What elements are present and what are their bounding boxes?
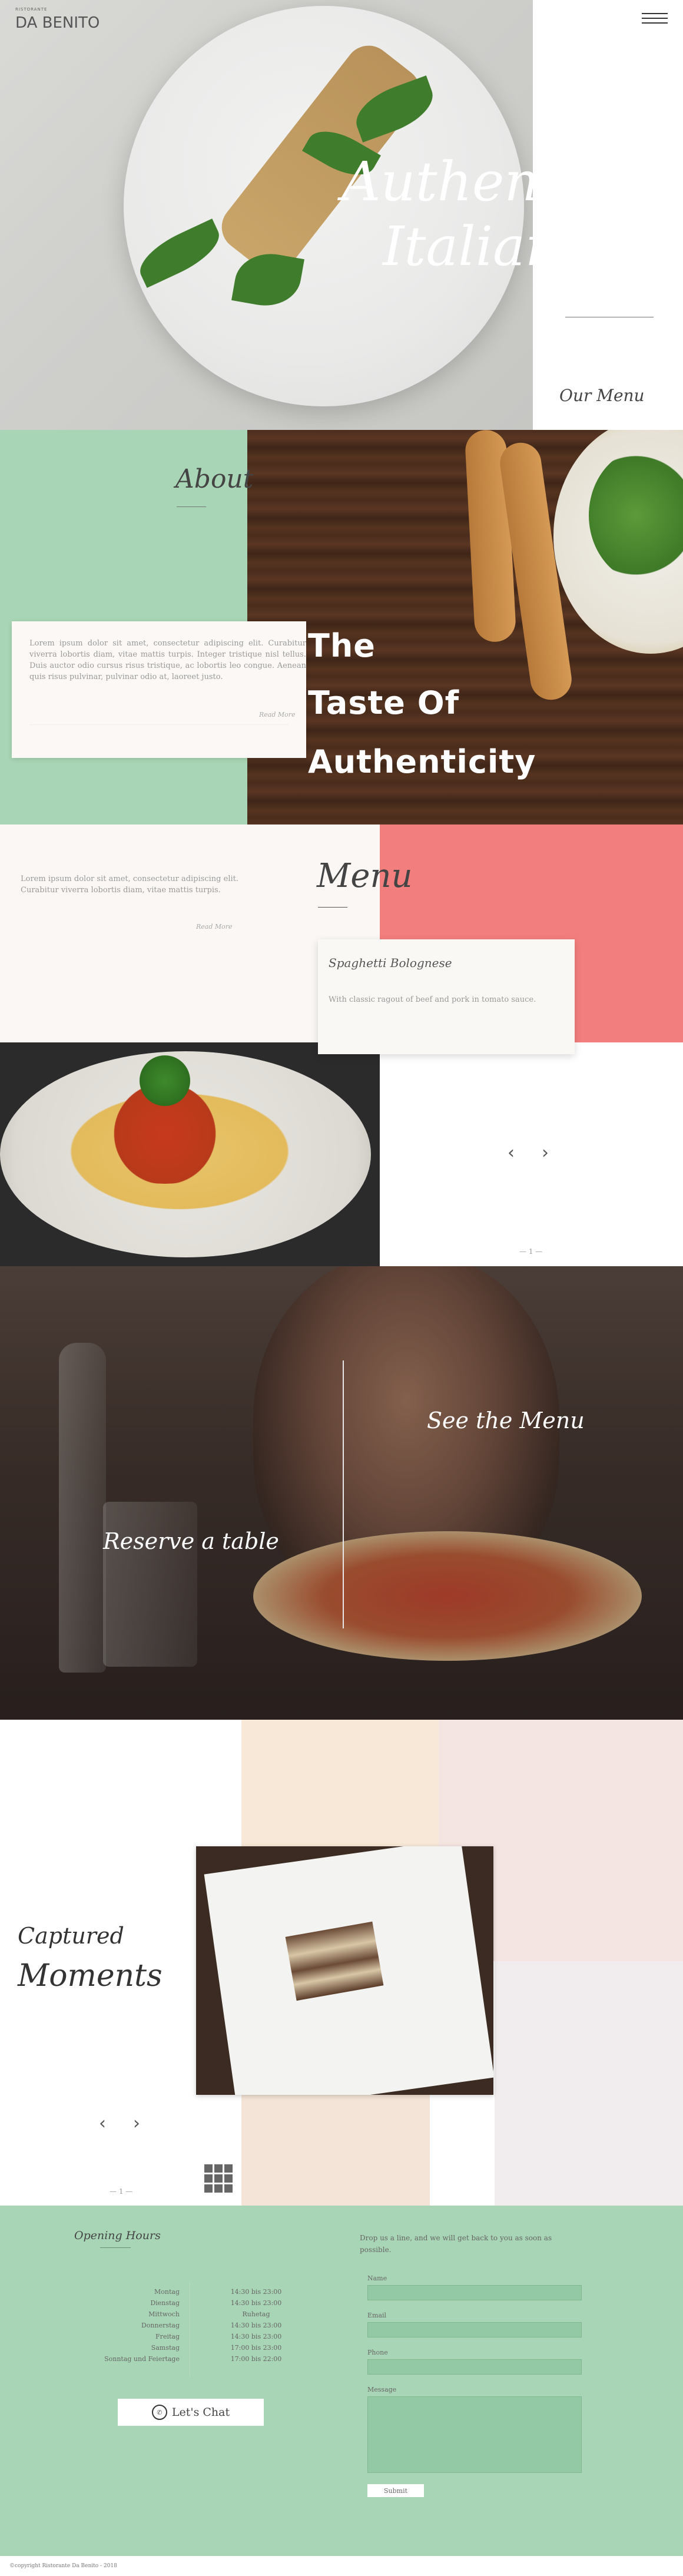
about-title: About xyxy=(175,464,254,494)
hours-time: 14:30 bis 23:00 xyxy=(230,2288,282,2296)
hours-day: Mittwoch xyxy=(148,2310,180,2318)
about-divider xyxy=(177,506,206,507)
submit-button[interactable]: Submit xyxy=(367,2484,424,2497)
menu-pagination: — 1 — xyxy=(519,1247,543,1256)
dining-photo xyxy=(0,1266,683,1720)
tagline-line3: Authenticity xyxy=(308,743,536,780)
tagline-line2: Taste Of xyxy=(308,684,460,721)
opening-hours-title: Opening Hours xyxy=(74,2229,161,2242)
about-card: Lorem ipsum dolor sit amet, consectetur … xyxy=(12,621,306,758)
hours-time: 17:00 bis 23:00 xyxy=(230,2344,282,2352)
copyright-text: ©copyright Ristorante Da Benito - 2018 xyxy=(9,2563,117,2569)
our-menu-link[interactable]: Our Menu xyxy=(559,386,645,405)
hours-day: Samstag xyxy=(151,2344,180,2352)
footer xyxy=(0,2206,683,2556)
hours-day: Montag xyxy=(154,2288,180,2296)
menu-slider-panel xyxy=(380,1042,683,1266)
hours-divider xyxy=(100,2247,131,2248)
hours-time: 14:30 bis 23:00 xyxy=(230,2333,282,2340)
contact-intro-text: Drop us a line, and we will get back to … xyxy=(360,2234,552,2254)
card-divider xyxy=(29,724,289,725)
vertical-divider xyxy=(343,1360,344,1628)
whatsapp-icon: ✆ xyxy=(151,2405,167,2420)
gallery-tile xyxy=(241,2091,430,2206)
hero-section xyxy=(0,0,683,430)
logo-subtitle: RISTORANTE xyxy=(15,7,48,12)
email-field[interactable] xyxy=(367,2322,582,2337)
hamburger-icon[interactable] xyxy=(642,9,668,29)
menu-title: Menu xyxy=(317,857,413,895)
chat-label: Let's Chat xyxy=(171,2406,230,2419)
message-field[interactable] xyxy=(367,2396,582,2473)
tagline-line1: The xyxy=(308,627,376,664)
gallery-title-line2: Moments xyxy=(18,1958,163,1994)
spaghetti-photo xyxy=(0,1042,380,1266)
gallery-main-photo[interactable] xyxy=(196,1846,493,2095)
gallery-title-line1: Captured xyxy=(18,1923,124,1949)
hours-time: 14:30 bis 23:00 xyxy=(230,2299,282,2307)
hours-day: Sonntag und Feiertage xyxy=(104,2355,180,2363)
basil-image xyxy=(132,1054,197,1107)
hero-title-line2: Italian xyxy=(383,215,561,278)
hours-day: Freitag xyxy=(155,2333,180,2340)
site-logo[interactable]: DA BENITO xyxy=(15,14,100,32)
grid-icon[interactable] xyxy=(204,2164,233,2193)
hours-day: Donnerstag xyxy=(141,2322,180,2329)
name-field[interactable] xyxy=(367,2285,582,2300)
phone-label: Phone xyxy=(367,2349,388,2356)
hero-title-line1: Authentic xyxy=(342,150,609,213)
dark-overlay xyxy=(0,1266,683,1720)
chevron-left-icon[interactable]: ‹ xyxy=(99,2113,106,2134)
dish-name: Spaghetti Bolognese xyxy=(329,956,452,970)
lets-chat-button[interactable]: ✆ Let's Chat xyxy=(118,2399,264,2426)
menu-read-more-link[interactable]: Read More xyxy=(196,923,233,931)
phone-field[interactable] xyxy=(367,2359,582,2375)
gallery-tile xyxy=(241,1720,439,1850)
see-menu-link[interactable]: See the Menu xyxy=(427,1408,585,1433)
menu-intro-text: Lorem ipsum dolor sit amet, consectetur … xyxy=(21,875,238,895)
dish-card: Spaghetti Bolognese With classic ragout … xyxy=(318,939,575,1054)
hours-time: 14:30 bis 23:00 xyxy=(230,2322,282,2329)
hours-time: Ruhetag xyxy=(242,2310,270,2318)
chevron-left-icon[interactable]: ‹ xyxy=(508,1143,515,1163)
about-text: Lorem ipsum dolor sit amet, consectetur … xyxy=(29,639,306,681)
gallery-tile xyxy=(495,1961,683,2206)
email-label: Email xyxy=(367,2312,387,2319)
gallery-pagination: — 1 — xyxy=(110,2187,133,2196)
reserve-table-link[interactable]: Reserve a table xyxy=(103,1528,279,1554)
menu-divider xyxy=(318,907,347,908)
message-label: Message xyxy=(367,2386,397,2393)
chevron-right-icon[interactable]: › xyxy=(133,2113,140,2134)
chevron-right-icon[interactable]: › xyxy=(542,1143,549,1163)
hours-day: Dienstag xyxy=(150,2299,180,2307)
name-label: Name xyxy=(367,2274,387,2282)
hours-time: 17:00 bis 22:00 xyxy=(230,2355,282,2363)
dish-description: With classic ragout of beef and pork in … xyxy=(329,995,536,1004)
about-read-more-link[interactable]: Read More xyxy=(259,711,296,719)
